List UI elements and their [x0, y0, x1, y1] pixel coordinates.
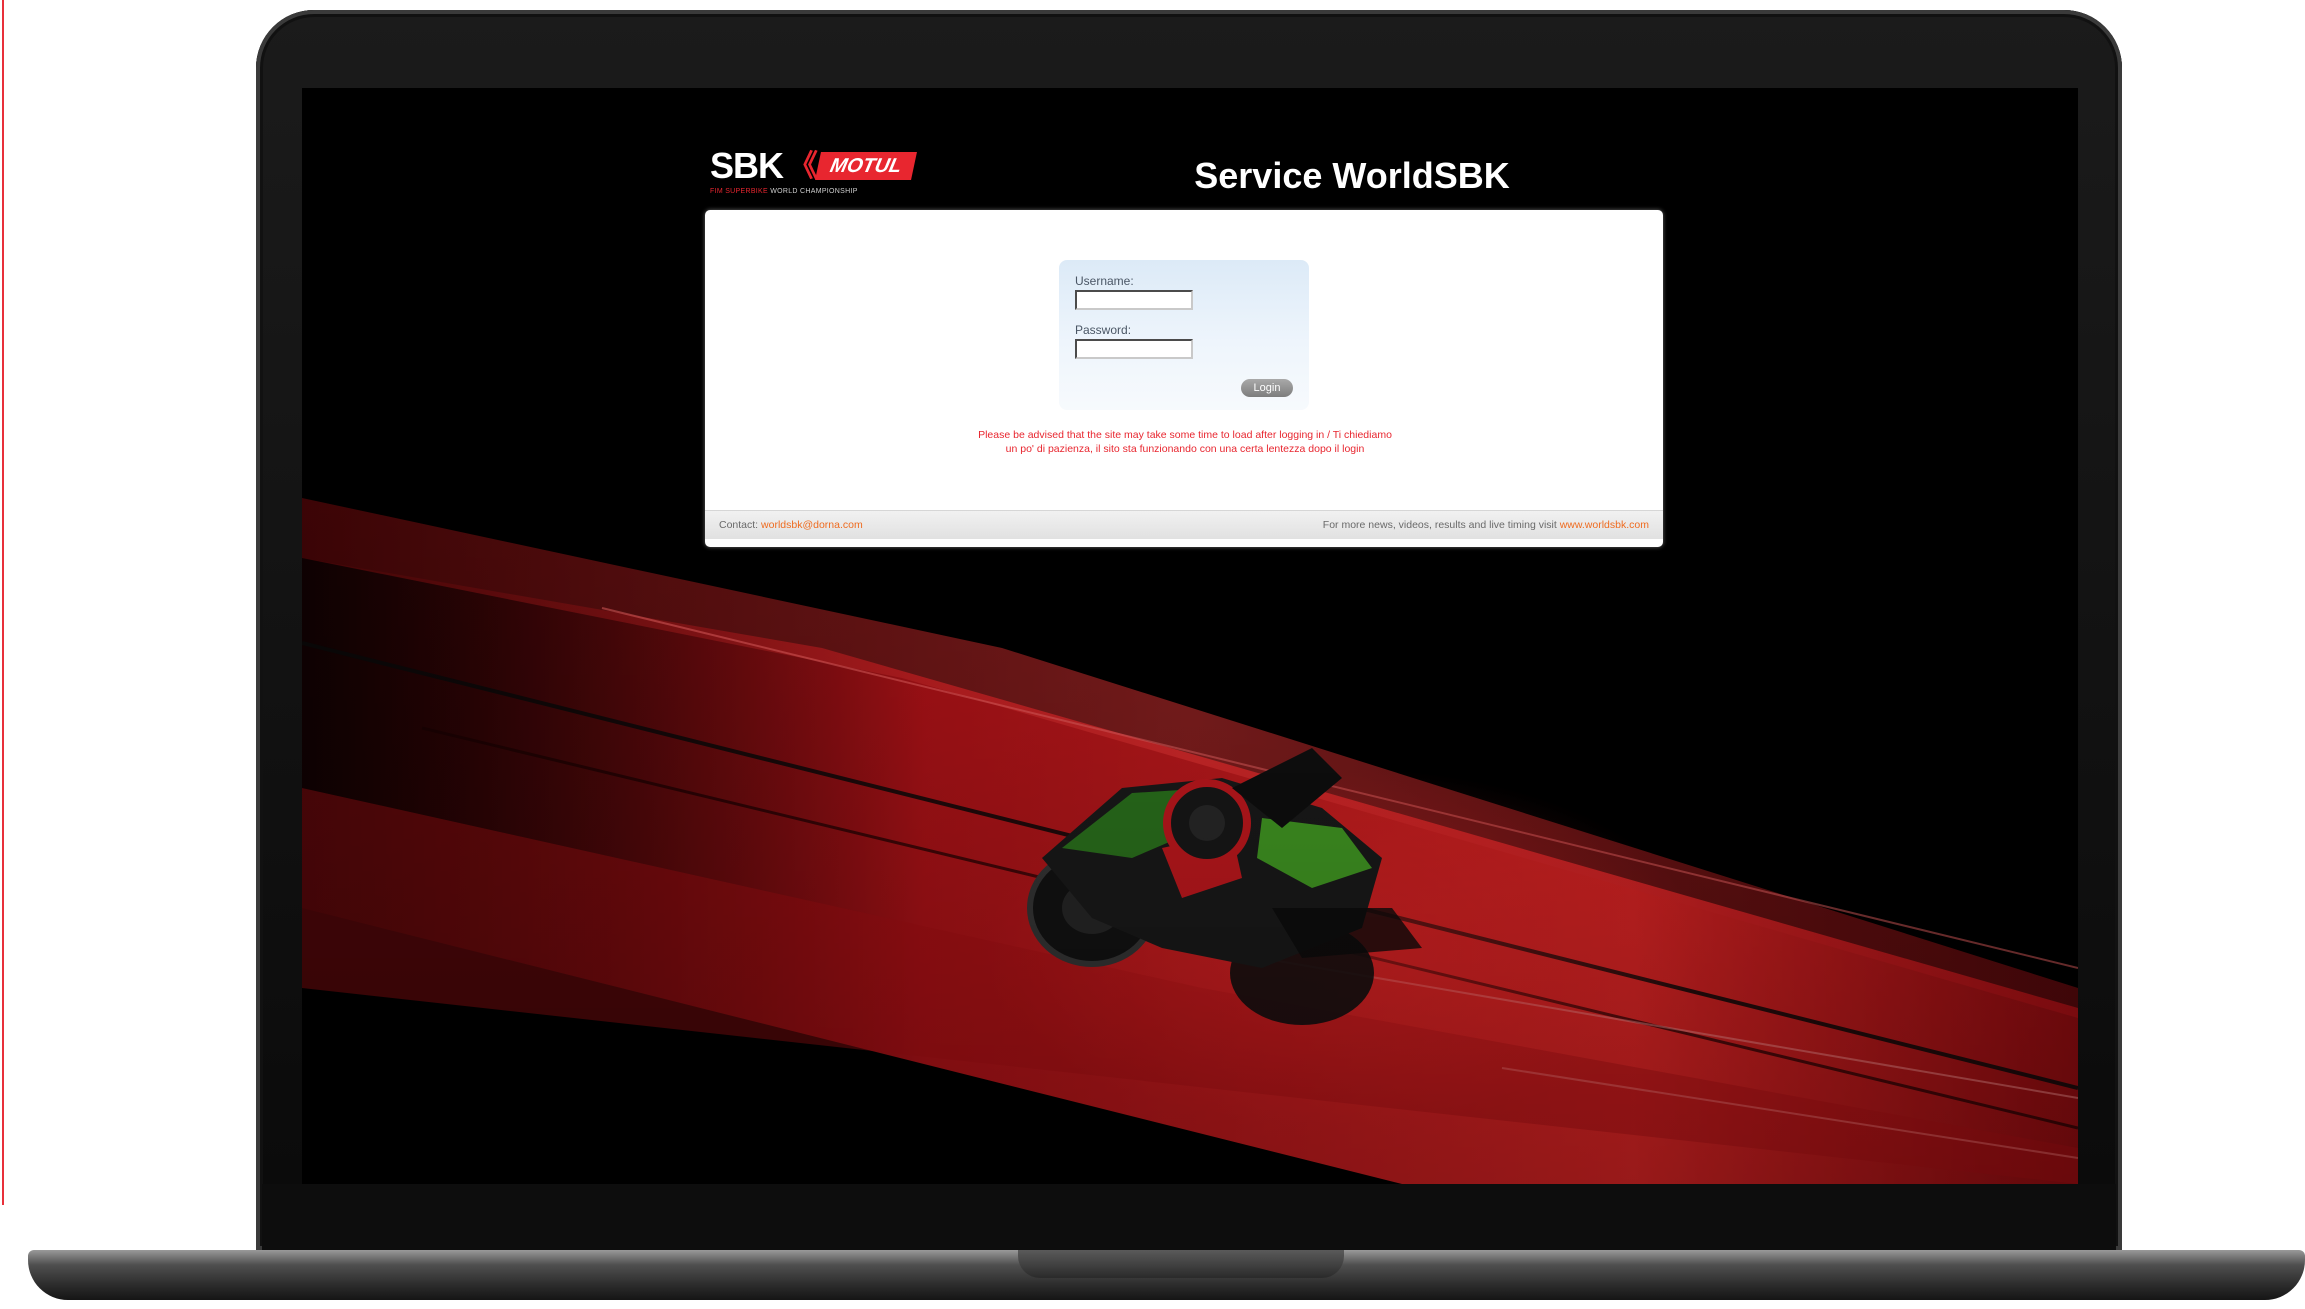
website-link[interactable]: www.worldsbk.com	[1560, 519, 1649, 531]
logo-tagline-red: FIM SUPERBIKE	[710, 188, 768, 195]
logo-motul-badge: MOTUL	[815, 152, 917, 180]
logo-sbk-text: SBK	[710, 145, 784, 186]
logo-tagline-white: WORLD CHAMPIONSHIP	[767, 188, 858, 195]
more-info: For more news, videos, results and live …	[1323, 519, 1649, 531]
laptop-screen: SBK 《 MOTUL FIM SUPERBIKE WORLD CHAMPION…	[302, 88, 2078, 1184]
laptop-hinge-notch	[1018, 1250, 1344, 1278]
logo-tagline: FIM SUPERBIKE WORLD CHAMPIONSHIP	[710, 188, 858, 195]
username-label: Username:	[1075, 274, 1134, 288]
laptop-bottom-bezel	[262, 1184, 2116, 1250]
sbk-motul-logo: SBK 《 MOTUL FIM SUPERBIKE WORLD CHAMPION…	[710, 148, 930, 196]
password-label: Password:	[1075, 323, 1132, 337]
password-input[interactable]	[1075, 339, 1193, 359]
logo-chevrons-icon: 《	[788, 150, 818, 183]
page-title: Service WorldSBK	[1194, 155, 1510, 196]
login-form: Username: Password: Login	[1059, 260, 1309, 410]
more-info-text: For more news, videos, results and live …	[1322, 519, 1560, 531]
loading-notice: Please be advised that the site may take…	[905, 428, 1465, 456]
login-button[interactable]: Login	[1241, 379, 1293, 397]
stage: SBK 《 MOTUL FIM SUPERBIKE WORLD CHAMPION…	[0, 0, 2305, 1309]
username-input[interactable]	[1075, 290, 1193, 310]
panel-footer: Contact: worldsbk@dorna.com For more new…	[705, 510, 1663, 539]
contact-info: Contact: worldsbk@dorna.com	[719, 519, 863, 531]
notice-line-2: un po' di pazienza, il sito sta funziona…	[1005, 443, 1365, 455]
left-edge-rule	[2, 0, 4, 1205]
login-panel: Username: Password: Login Please be advi…	[705, 210, 1663, 547]
contact-email-link[interactable]: worldsbk@dorna.com	[761, 519, 863, 531]
notice-line-1: Please be advised that the site may take…	[978, 429, 1392, 441]
contact-label: Contact:	[719, 519, 762, 531]
